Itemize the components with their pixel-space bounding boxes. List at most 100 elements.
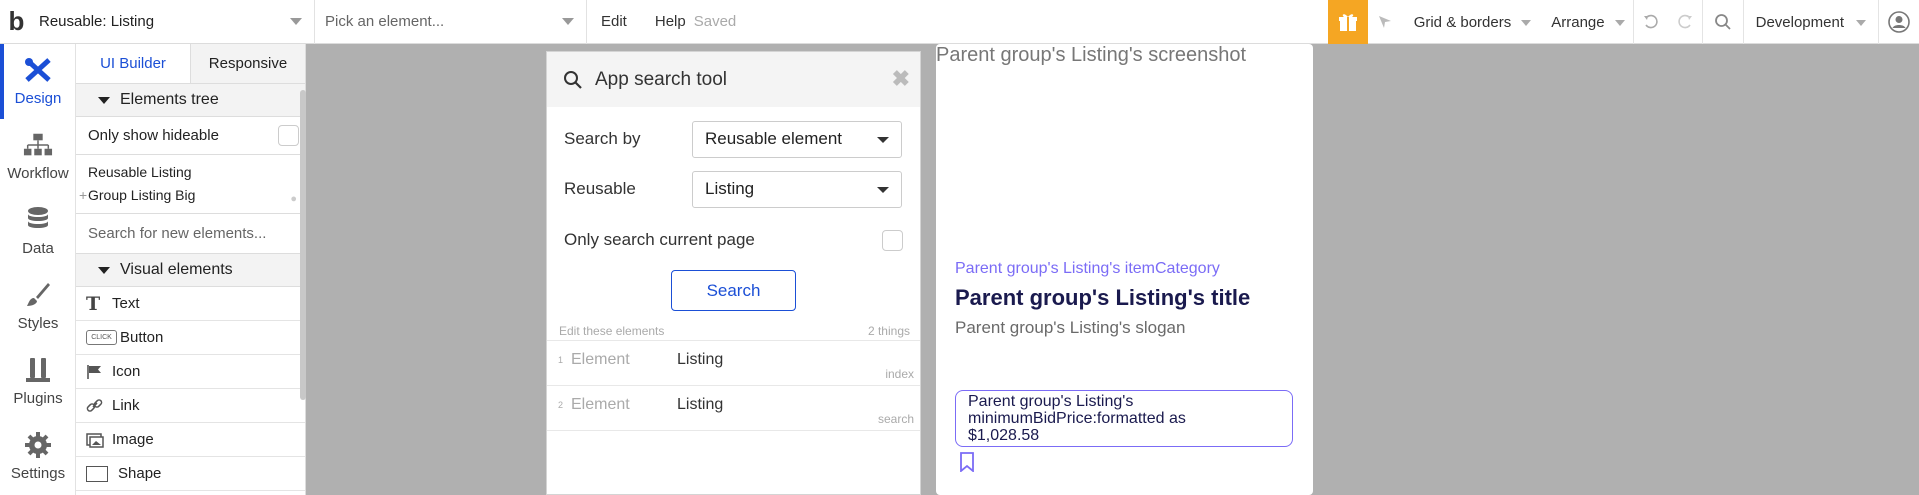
listing-category[interactable]: Parent group's Listing's itemCategory	[955, 260, 1220, 278]
image-icon	[86, 432, 112, 448]
result-tag: index	[885, 367, 914, 381]
panel-scrollbar[interactable]	[300, 90, 306, 400]
result-number: 1	[558, 355, 564, 365]
element-label: Link	[112, 397, 140, 414]
tab-responsive[interactable]: Responsive	[190, 44, 305, 83]
nav-settings-label: Settings	[10, 465, 66, 482]
element-picker[interactable]: Pick an element...	[315, 0, 587, 44]
gear-icon	[23, 431, 53, 459]
search-button[interactable]: Search	[671, 270, 796, 311]
help-menu[interactable]: Help	[641, 0, 690, 44]
nav-workflow-label: Workflow	[7, 165, 69, 182]
result-value: Listing	[677, 351, 724, 368]
element-button[interactable]: CLICK Button	[76, 321, 305, 355]
price-line: minimumBidPrice:formatted as	[968, 410, 1186, 427]
results-count: 2 things	[867, 323, 910, 338]
price-line: Parent group's Listing's	[968, 393, 1134, 410]
environment-dropdown[interactable]: Development	[1744, 0, 1878, 44]
cursor-icon[interactable]	[1368, 0, 1402, 44]
left-nav: Design Workflow Data Styles Plugins Sett…	[0, 44, 76, 495]
element-icon[interactable]: Icon	[76, 355, 305, 389]
element-link[interactable]: Link	[76, 389, 305, 423]
result-number: 2	[558, 400, 564, 410]
nav-styles[interactable]: Styles	[0, 269, 76, 344]
result-row[interactable]: 1 Element Listing index	[547, 341, 920, 386]
grid-borders-dropdown[interactable]: Grid & borders	[1402, 0, 1540, 44]
reusable-row: Reusable Listing	[547, 164, 920, 214]
bookmark-icon[interactable]	[959, 452, 975, 476]
gift-icon[interactable]	[1327, 0, 1368, 44]
edit-these-elements-link[interactable]: Edit these elements	[559, 324, 664, 338]
only-current-page-row: Only search current page	[547, 214, 920, 266]
search-button-wrap: Search	[547, 270, 920, 311]
environment-label: Development	[1755, 13, 1844, 31]
chevron-down-icon	[877, 136, 889, 143]
workflow-icon	[23, 131, 53, 159]
bubble-logo[interactable]: b	[0, 0, 33, 44]
search-tool-title: App search tool	[595, 68, 728, 90]
nav-workflow[interactable]: Workflow	[0, 119, 76, 194]
account-icon[interactable]	[1879, 0, 1919, 44]
element-image[interactable]: Image	[76, 423, 305, 457]
chevron-down-icon	[1856, 20, 1866, 26]
listing-title[interactable]: Parent group's Listing's title	[955, 285, 1250, 311]
listing-price-box[interactable]: Parent group's Listing's minimumBidPrice…	[955, 390, 1293, 447]
search-by-select[interactable]: Reusable element	[692, 120, 902, 158]
listing-screenshot[interactable]: Parent group's Listing's screenshot	[936, 44, 1246, 67]
top-right-tools: Grid & borders Arrange Development	[1327, 0, 1919, 44]
results-header: Edit these elements 2 things	[547, 321, 920, 341]
edit-menu[interactable]: Edit	[587, 0, 641, 44]
close-icon[interactable]: ✖	[892, 66, 910, 92]
only-current-page-checkbox[interactable]	[882, 229, 903, 251]
search-tool-header: App search tool ✖	[547, 52, 920, 107]
price-line: $1,028.58	[968, 427, 1040, 444]
visual-elements-header[interactable]: Visual elements	[76, 254, 305, 287]
caret-down-icon	[98, 97, 110, 104]
plug-icon	[23, 356, 53, 384]
link-icon	[86, 398, 112, 414]
eye-icon[interactable]: ●	[290, 188, 297, 211]
undo-icon[interactable]	[1634, 0, 1668, 44]
result-kind: Element	[571, 396, 630, 413]
element-text[interactable]: T Text	[76, 287, 305, 321]
result-kind: Element	[571, 351, 630, 368]
expand-icon[interactable]: +	[79, 184, 87, 207]
elements-tree-header[interactable]: Elements tree	[76, 84, 305, 117]
nav-plugins[interactable]: Plugins	[0, 344, 76, 419]
chevron-down-icon	[562, 17, 574, 25]
elements-tree: Reusable Listing + Group Listing Big ●	[76, 155, 305, 214]
brush-icon	[23, 281, 53, 309]
nav-design[interactable]: Design	[0, 44, 76, 119]
search-elements-input[interactable]: Search for new elements...	[76, 214, 305, 254]
tree-item[interactable]: Group Listing Big	[88, 184, 305, 207]
element-label: Icon	[112, 363, 141, 380]
listing-slogan[interactable]: Parent group's Listing's slogan	[955, 318, 1185, 338]
chevron-down-icon	[877, 186, 889, 193]
reusable-value: Listing	[705, 179, 755, 198]
panel-tabs: UI Builder Responsive	[76, 44, 305, 84]
visual-elements-label: Visual elements	[120, 261, 233, 278]
nav-data[interactable]: Data	[0, 194, 76, 269]
arrange-dropdown[interactable]: Arrange	[1539, 0, 1632, 44]
only-show-hideable-checkbox[interactable]	[278, 125, 299, 146]
page-selector[interactable]: Reusable: Listing	[33, 0, 315, 44]
nav-settings[interactable]: Settings	[0, 419, 76, 494]
elements-tree-label: Elements tree	[120, 91, 219, 108]
tab-ui-builder[interactable]: UI Builder	[76, 44, 190, 83]
reusable-select[interactable]: Listing	[692, 170, 902, 208]
search-icon[interactable]	[1703, 0, 1743, 44]
element-label: Button	[120, 329, 164, 346]
only-show-hideable-label: Only show hideable	[88, 127, 219, 144]
app-search-tool: App search tool ✖ Search by Reusable ele…	[546, 51, 921, 495]
search-by-value: Reusable element	[705, 129, 843, 148]
result-value: Listing	[677, 396, 724, 413]
tree-item[interactable]: Reusable Listing	[88, 161, 305, 184]
redo-icon[interactable]	[1668, 0, 1702, 44]
element-shape[interactable]: Shape	[76, 457, 305, 491]
button-icon: CLICK	[86, 330, 117, 345]
only-show-hideable-row: Only show hideable	[76, 117, 305, 155]
nav-design-label: Design	[14, 90, 62, 107]
result-row[interactable]: 2 Element Listing search	[547, 386, 920, 431]
elements-panel: UI Builder Responsive Elements tree Only…	[76, 44, 306, 495]
listing-card[interactable]: Parent group's Listing's screenshot Pare…	[936, 44, 1313, 495]
